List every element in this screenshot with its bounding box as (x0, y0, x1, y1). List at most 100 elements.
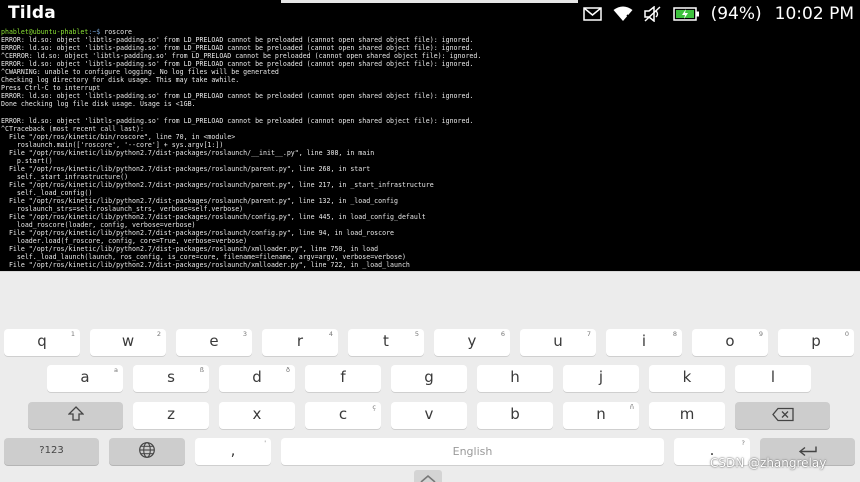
chevron-up-icon (420, 474, 436, 482)
wifi-icon[interactable] (613, 6, 633, 22)
key-f[interactable]: f (305, 365, 381, 392)
key-u[interactable]: u7 (520, 329, 596, 356)
comma-key-label: , (230, 441, 236, 459)
period-key-alt-label: ? (741, 439, 745, 447)
key-i-alt-label: 8 (672, 330, 677, 338)
terminal-line: ERROR: ld.so: object 'libtls-padding.so'… (1, 60, 474, 69)
key-o[interactable]: o9 (692, 329, 768, 356)
key-x-label: x (252, 405, 262, 423)
mail-icon[interactable] (582, 7, 602, 21)
key-j-label: j (598, 368, 604, 386)
key-n[interactable]: nñ (563, 402, 639, 429)
key-y-alt-label: 6 (500, 330, 505, 338)
key-q-label: q (37, 332, 47, 350)
hide-keyboard-handle[interactable] (414, 470, 442, 482)
key-h-label: h (510, 368, 520, 386)
key-b-label: b (510, 405, 520, 423)
terminal-line: ERROR: ld.so: object 'libtls-padding.so'… (1, 116, 474, 125)
key-e-label: e (209, 332, 219, 350)
key-m[interactable]: m (649, 402, 725, 429)
key-q[interactable]: q1 (4, 329, 80, 356)
key-r[interactable]: r4 (262, 329, 338, 356)
key-b[interactable]: b (477, 402, 553, 429)
key-a-label: a (80, 368, 90, 386)
key-p-alt-label: 0 (844, 330, 849, 338)
terminal-line: ^CTraceback (most recent call last): (1, 124, 144, 133)
globe-icon (139, 441, 156, 462)
key-u-label: u (553, 332, 563, 350)
key-s-alt-label: ß (199, 366, 204, 374)
terminal-line: ^CERROR: ld.so: object 'libtls-padding.s… (1, 52, 482, 61)
key-h[interactable]: h (477, 365, 553, 392)
symbols-key[interactable]: ?123 (4, 438, 99, 465)
on-screen-keyboard: q1w2e3r4t5y6u7i8o9p0aasßdðfghjklzxcçvbnñ… (0, 271, 860, 482)
key-t-label: t (383, 332, 389, 350)
key-j[interactable]: j (563, 365, 639, 392)
key-d-alt-label: ð (286, 366, 290, 374)
comma-key-alt-label: ' (264, 439, 266, 447)
key-l-label: l (770, 368, 776, 386)
symbols-key-label: ?123 (39, 445, 64, 456)
terminal-line: File "/opt/ros/kinetic/lib/python2.7/dis… (1, 164, 371, 173)
key-r-alt-label: 4 (328, 330, 333, 338)
clock[interactable]: 10:02 PM (775, 4, 854, 24)
key-s[interactable]: sß (133, 365, 209, 392)
terminal-line: File "/opt/ros/kinetic/lib/python2.7/dis… (1, 245, 379, 254)
prompt-user: phablet@ubuntu-phablet (1, 28, 89, 36)
key-p[interactable]: p0 (778, 329, 854, 356)
shift-key[interactable] (28, 402, 123, 429)
battery-icon[interactable] (672, 7, 700, 21)
key-d[interactable]: dð (219, 365, 295, 392)
key-s-label: s (167, 368, 175, 386)
key-f-label: f (340, 368, 346, 386)
space-key-label: English (452, 445, 493, 458)
key-p-label: p (811, 332, 821, 350)
volume-muted-icon[interactable] (643, 6, 662, 22)
key-g[interactable]: g (391, 365, 467, 392)
terminal-line: load_roscore(loader, config, verbose=ver… (1, 221, 196, 230)
status-bar: Tilda (94%) 10:02 PM (0, 0, 860, 28)
terminal-line: Press Ctrl-C to interrupt (1, 84, 101, 93)
terminal-line: roslaunch_strs=self.roslaunch_strs, verb… (1, 205, 244, 214)
comma-key[interactable]: , ' (195, 438, 271, 465)
key-c-label: c (338, 405, 348, 423)
terminal-line: File "/opt/ros/kinetic/lib/python2.7/dis… (1, 148, 375, 157)
terminal-line: File "/opt/ros/kinetic/lib/python2.7/dis… (1, 180, 434, 189)
key-q-alt-label: 1 (70, 330, 75, 338)
terminal-output[interactable]: phablet@ubuntu-phablet:~$ roscore ERROR:… (0, 28, 860, 271)
key-t[interactable]: t5 (348, 329, 424, 356)
key-e-alt-label: 3 (242, 330, 247, 338)
key-z[interactable]: z (133, 402, 209, 429)
key-x[interactable]: x (219, 402, 295, 429)
terminal-line: ERROR: ld.so: object 'libtls-padding.so'… (1, 44, 474, 53)
key-w[interactable]: w2 (90, 329, 166, 356)
terminal-line: self._start_infrastructure() (1, 172, 129, 181)
key-v[interactable]: v (391, 402, 467, 429)
key-n-alt-label: ñ (629, 403, 634, 411)
watermark: CSDN @zhangrelay (710, 456, 827, 470)
key-i[interactable]: i8 (606, 329, 682, 356)
terminal-line: Checking log directory for disk usage. T… (1, 76, 240, 85)
key-c[interactable]: cç (305, 402, 381, 429)
key-i-label: i (641, 332, 647, 350)
key-w-label: w (121, 332, 135, 350)
key-a[interactable]: aa (47, 365, 123, 392)
key-a-alt-label: a (114, 366, 118, 374)
terminal-line: self._load_config() (1, 188, 93, 197)
key-k-label: k (682, 368, 692, 386)
key-n-label: n (596, 405, 606, 423)
key-d-label: d (252, 368, 262, 386)
key-e[interactable]: e3 (176, 329, 252, 356)
backspace-key[interactable] (735, 402, 830, 429)
key-k[interactable]: k (649, 365, 725, 392)
language-key[interactable] (109, 438, 185, 465)
key-o-label: o (725, 332, 735, 350)
key-m-label: m (679, 405, 695, 423)
indicator-drag-handle[interactable] (281, 0, 578, 3)
key-l[interactable]: l (735, 365, 811, 392)
status-indicators[interactable]: (94%) 10:02 PM (582, 0, 854, 28)
key-y[interactable]: y6 (434, 329, 510, 356)
space-key[interactable]: English (281, 438, 664, 465)
terminal-line: ERROR: ld.so: object 'libtls-padding.so'… (1, 92, 474, 101)
